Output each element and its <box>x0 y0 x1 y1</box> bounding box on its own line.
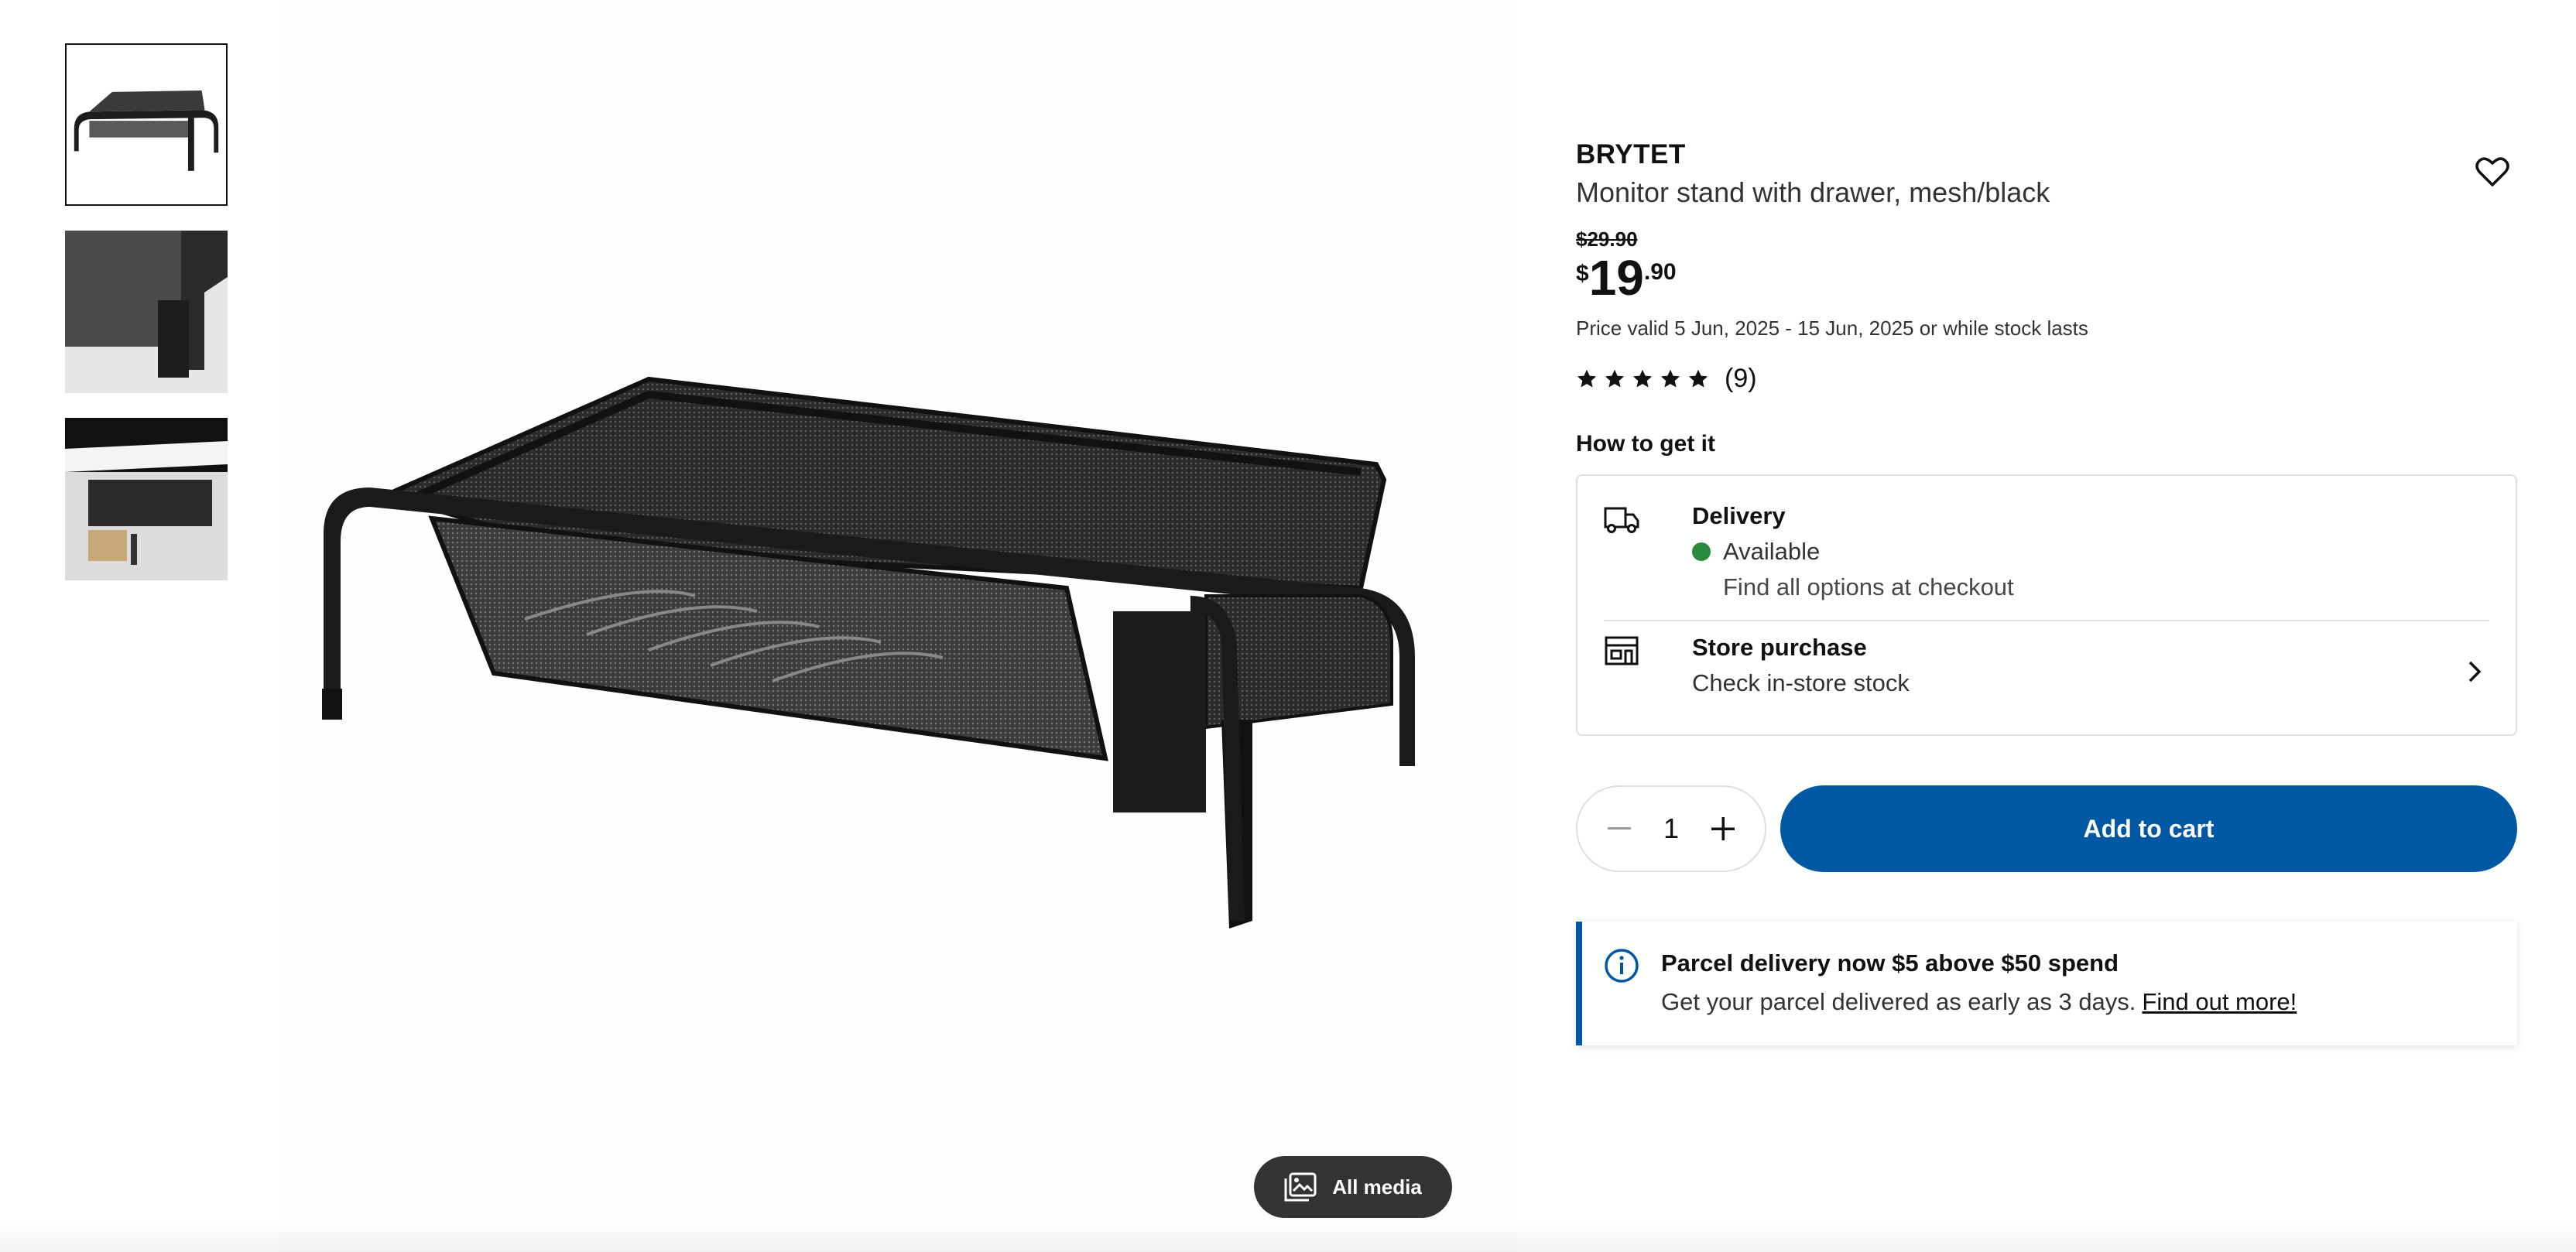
delivery-option: Delivery Available Find all options at c… <box>1604 499 2489 615</box>
store-purchase-title: Store purchase <box>1692 634 1867 661</box>
star-icon <box>1577 369 1597 387</box>
old-price: $29.90 <box>1576 227 1638 251</box>
plus-icon <box>1711 817 1735 840</box>
star-icon <box>1688 369 1708 387</box>
price-integer: 19 <box>1588 250 1644 306</box>
how-to-get-title: How to get it <box>1576 431 1715 457</box>
truck-icon <box>1604 507 1639 533</box>
delivery-note: Find all options at checkout <box>1723 573 2014 600</box>
product-description: Monitor stand with drawer, mesh/black <box>1576 176 2050 208</box>
notice-title: Parcel delivery now $5 above $50 spend <box>1661 949 2119 977</box>
thumbnail-2[interactable] <box>65 231 228 393</box>
gallery-icon <box>1284 1172 1317 1202</box>
info-icon <box>1605 949 1639 983</box>
star-icon <box>1660 369 1680 387</box>
product-brand: BRYTET <box>1576 139 1686 169</box>
decrease-quantity-button[interactable] <box>1604 813 1635 844</box>
rating-count: (9) <box>1725 364 1757 393</box>
price-currency: $ <box>1576 261 1589 286</box>
chevron-right-icon <box>2468 661 2482 682</box>
rating-stars <box>1576 368 1709 390</box>
price-decimal: .90 <box>1643 259 1677 285</box>
available-dot-icon <box>1692 542 1711 561</box>
thumbnail-3[interactable] <box>65 418 228 580</box>
notice-body-text: Get your parcel delivered as early as 3 … <box>1661 988 2136 1015</box>
find-out-more-link[interactable]: Find out more! <box>2142 988 2297 1015</box>
store-purchase-option[interactable]: Store purchase Check in-store stock <box>1604 631 2489 723</box>
rating-summary[interactable]: (9) <box>1576 364 2517 394</box>
delivery-status-label: Available <box>1723 538 1821 565</box>
thumbnail-2-image <box>65 231 228 393</box>
current-price: $ 19 .90 <box>1576 250 2517 306</box>
price-validity: Price valid 5 Jun, 2025 - 15 Jun, 2025 o… <box>1576 316 2088 340</box>
heart-icon[interactable] <box>2475 156 2509 187</box>
delivery-notice: Parcel delivery now $5 above $50 spend G… <box>1576 922 2517 1045</box>
thumbnail-3-image <box>65 418 228 580</box>
delivery-status: Available <box>1692 538 1820 566</box>
delivery-title: Delivery <box>1692 502 1786 529</box>
thumbnail-list <box>65 43 228 605</box>
increase-quantity-button[interactable] <box>1708 813 1738 844</box>
product-image-viewer[interactable]: All media <box>279 0 1517 1252</box>
product-info-panel: BRYTET Monitor stand with drawer, mesh/b… <box>1576 139 2517 1045</box>
star-icon <box>1632 369 1653 387</box>
quantity-input[interactable] <box>1648 812 1694 845</box>
quantity-stepper <box>1576 785 1766 872</box>
options-divider <box>1604 620 2489 621</box>
minus-icon <box>1608 827 1631 830</box>
star-icon <box>1605 369 1625 387</box>
product-main-image <box>322 376 1415 929</box>
thumbnail-1-image <box>67 45 226 204</box>
notice-body: Get your parcel delivered as early as 3 … <box>1661 988 2297 1016</box>
store-purchase-note: Check in-store stock <box>1692 669 1910 696</box>
all-media-label: All media <box>1332 1175 1422 1199</box>
purchase-row: Add to cart <box>1576 785 2517 872</box>
fulfillment-options: Delivery Available Find all options at c… <box>1576 474 2517 736</box>
add-to-cart-button[interactable]: Add to cart <box>1780 785 2517 872</box>
thumbnail-1[interactable] <box>65 43 228 206</box>
store-icon <box>1605 636 1639 665</box>
all-media-button[interactable]: All media <box>1254 1156 1452 1218</box>
page-bottom-shadow <box>0 1221 2576 1252</box>
